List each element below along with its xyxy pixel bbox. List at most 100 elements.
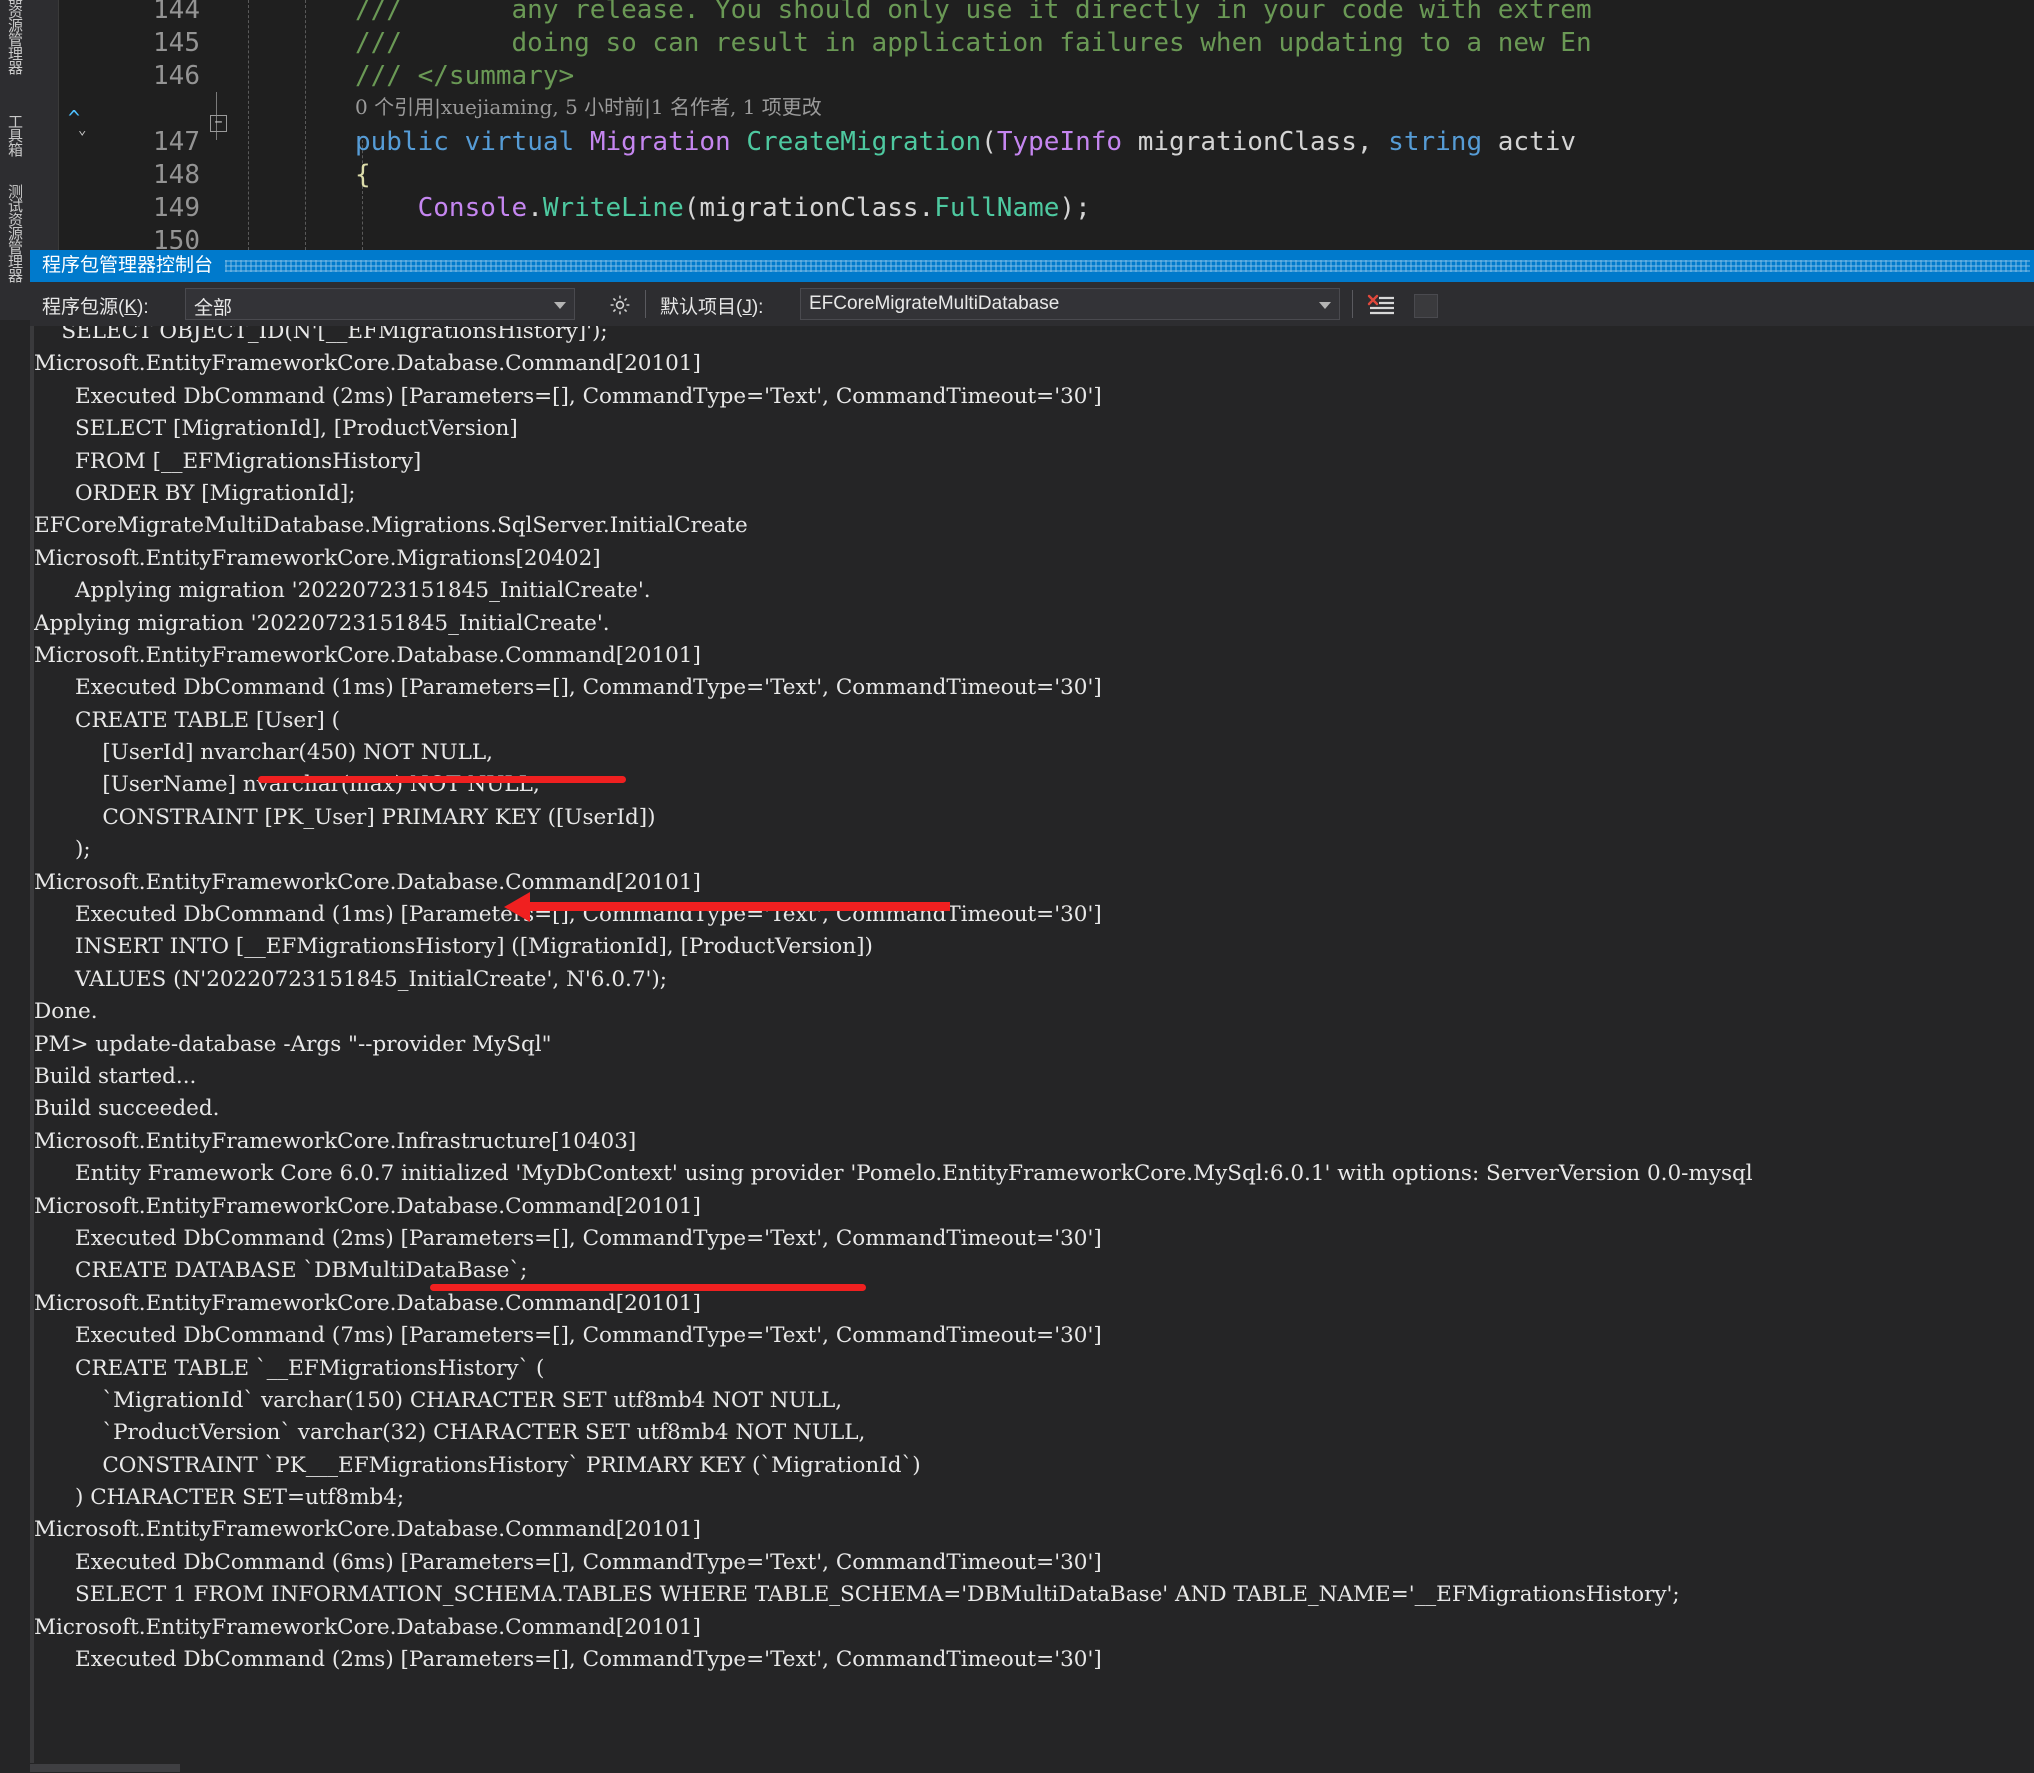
codelens-info[interactable]: 0 个引用|xuejiaming, 5 小时前|1 名作者, 1 项更改 [355, 93, 822, 121]
code-token-string: string [1388, 127, 1482, 157]
code-editor[interactable]: ^ ⌄ − 144 145 146 147 148 149 150 /// an… [30, 0, 2034, 250]
console-line: Executed DbCommand (2ms) [Parameters=[],… [34, 1223, 2034, 1255]
console-output-text[interactable]: SELECT OBJECT_ID(N'[__EFMigrationsHistor… [34, 326, 2034, 1773]
package-source-mnemonic: K [124, 297, 137, 318]
console-line: INSERT INTO [__EFMigrationsHistory] ([Mi… [34, 931, 2034, 963]
console-line: CREATE TABLE [User] ( [34, 705, 2034, 737]
console-line: Microsoft.EntityFrameworkCore.Database.C… [34, 348, 2034, 380]
code-line-148: { [355, 159, 371, 192]
visual-studio-window: 服务器资源管理器 工具箱 测试资源管理器 ^ ⌄ − 144 145 146 1… [0, 0, 2034, 1773]
console-line: CONSTRAINT `PK___EFMigrationsHistory` PR… [34, 1450, 2034, 1482]
clear-console-icon[interactable] [1366, 293, 1396, 317]
console-line: ) CHARACTER SET=utf8mb4; [34, 1482, 2034, 1514]
console-line: Microsoft.EntityFrameworkCore.Database.C… [34, 1288, 2034, 1320]
code-token-migrationclass: migrationClass, [1122, 127, 1388, 157]
console-line: Build succeeded. [34, 1093, 2034, 1125]
console-line: CREATE TABLE `__EFMigrationsHistory` ( [34, 1353, 2034, 1385]
console-line: Microsoft.EntityFrameworkCore.Migrations… [34, 543, 2034, 575]
console-horizontal-scrollbar[interactable] [30, 1763, 2034, 1773]
console-toolbar: 程序包源(K): 全部 默认项目(J): EFCoreMigrateMultiD… [30, 282, 2034, 327]
editor-caret: ⌄ [78, 122, 86, 138]
console-line: [UserId] nvarchar(450) NOT NULL, [34, 737, 2034, 769]
console-line: ORDER BY [MigrationId]; [34, 478, 2034, 510]
console-line: Executed DbCommand (2ms) [Parameters=[],… [34, 1644, 2034, 1676]
default-project-label-post: ): [752, 297, 764, 318]
line-number: 150 [120, 225, 200, 250]
code-token-virtual: virtual [465, 127, 590, 157]
console-line: Microsoft.EntityFrameworkCore.Database.C… [34, 1514, 2034, 1546]
toolbar-separator [645, 290, 646, 318]
console-line: FROM [__EFMigrationsHistory] [34, 446, 2034, 478]
code-line-144: /// any release. You should only use it … [355, 0, 1592, 27]
package-manager-console-panel: 程序包管理器控制台 程序包源(K): 全部 默认项目(J): EFCoreMig… [30, 250, 2034, 1773]
toolbar-separator [1352, 290, 1353, 318]
indent-guide [305, 0, 306, 250]
package-source-label-pre: 程序包源( [42, 297, 124, 318]
package-source-value: 全部 [194, 293, 232, 320]
code-line-145: /// doing so can result in application f… [355, 27, 1592, 60]
console-line: `ProductVersion` varchar(32) CHARACTER S… [34, 1417, 2034, 1449]
fold-toggle-icon[interactable]: − [210, 115, 227, 132]
stop-icon[interactable] [1414, 294, 1438, 318]
console-line: SELECT 1 FROM INFORMATION_SCHEMA.TABLES … [34, 1579, 2034, 1611]
console-line: EFCoreMigrateMultiDatabase.Migrations.Sq… [34, 510, 2034, 542]
console-line: Microsoft.EntityFrameworkCore.Database.C… [34, 867, 2034, 899]
console-line: [UserName] nvarchar(max) NOT NULL, [34, 769, 2034, 801]
code-token-lparen: ( [981, 127, 997, 157]
panel-title-bar[interactable]: 程序包管理器控制台 [30, 250, 2034, 282]
console-line: Microsoft.EntityFrameworkCore.Database.C… [34, 640, 2034, 672]
console-line: Executed DbCommand (2ms) [Parameters=[],… [34, 381, 2034, 413]
console-line: ); [34, 834, 2034, 866]
console-line: CONSTRAINT [PK_User] PRIMARY KEY ([UserI… [34, 802, 2034, 834]
code-token-dot: . [527, 193, 543, 223]
sidebar-item-test-explorer[interactable]: 测试资源管理器 [0, 180, 28, 286]
sidebar-item-toolbox[interactable]: 工具箱 [0, 110, 28, 160]
code-token-migration: Migration [590, 127, 747, 157]
console-line: Microsoft.EntityFrameworkCore.Database.C… [34, 1191, 2034, 1223]
panel-drag-grip[interactable] [225, 260, 2030, 272]
code-token-console: Console [355, 193, 527, 223]
console-line: Entity Framework Core 6.0.7 initialized … [34, 1158, 2034, 1190]
sidebar-item-server-explorer[interactable]: 服务器资源管理器 [0, 0, 28, 78]
package-source-dropdown[interactable]: 全部 [185, 288, 575, 320]
console-line: Applying migration '20220723151845_Initi… [34, 608, 2034, 640]
line-number: 145 [120, 27, 200, 60]
console-output[interactable]: SELECT OBJECT_ID(N'[__EFMigrationsHistor… [30, 326, 2034, 1773]
code-line-146: /// </summary> [355, 60, 574, 93]
line-number: 144 [120, 0, 200, 27]
code-token-arg: (migrationClass. [684, 193, 934, 223]
package-source-label: 程序包源(K): [42, 292, 149, 319]
console-line: `MigrationId` varchar(150) CHARACTER SET… [34, 1385, 2034, 1417]
chevron-down-icon[interactable] [1319, 302, 1331, 309]
console-line: Executed DbCommand (1ms) [Parameters=[],… [34, 672, 2034, 704]
line-number: 146 [120, 60, 200, 93]
code-token-writeline: WriteLine [543, 193, 684, 223]
code-token-typeinfo: TypeInfo [997, 127, 1122, 157]
default-project-mnemonic: J [742, 297, 752, 318]
console-line: Done. [34, 996, 2034, 1028]
console-line: Applying migration '20220723151845_Initi… [34, 575, 2034, 607]
console-line: SELECT OBJECT_ID(N'[__EFMigrationsHistor… [34, 326, 2034, 348]
scrollbar-thumb[interactable] [30, 1764, 180, 1772]
code-token-public: public [355, 127, 465, 157]
code-token-fullname: FullName [934, 193, 1059, 223]
console-line: Executed DbCommand (1ms) [Parameters=[],… [34, 899, 2034, 931]
gear-icon[interactable] [608, 293, 632, 317]
console-line: VALUES (N'20220723151845_InitialCreate',… [34, 964, 2034, 996]
panel-title-text: 程序包管理器控制台 [42, 255, 213, 276]
console-line: Executed DbCommand (7ms) [Parameters=[],… [34, 1320, 2034, 1352]
package-source-label-post: ): [137, 297, 149, 318]
code-token-rparen: ); [1059, 193, 1090, 223]
line-number: 148 [120, 159, 200, 192]
line-number: 149 [120, 192, 200, 225]
default-project-label-pre: 默认项目( [660, 297, 742, 318]
code-token-createmigration: CreateMigration [746, 127, 981, 157]
default-project-label: 默认项目(J): [660, 292, 763, 319]
editor-selection-margin [30, 0, 59, 250]
chevron-down-icon[interactable] [554, 302, 566, 309]
code-token-activ: activ [1482, 127, 1576, 157]
code-line-149: Console.WriteLine(migrationClass.FullNam… [355, 192, 1091, 225]
default-project-dropdown[interactable]: EFCoreMigrateMultiDatabase [800, 288, 1340, 320]
console-line: Executed DbCommand (6ms) [Parameters=[],… [34, 1547, 2034, 1579]
console-line: SELECT [MigrationId], [ProductVersion] [34, 413, 2034, 445]
